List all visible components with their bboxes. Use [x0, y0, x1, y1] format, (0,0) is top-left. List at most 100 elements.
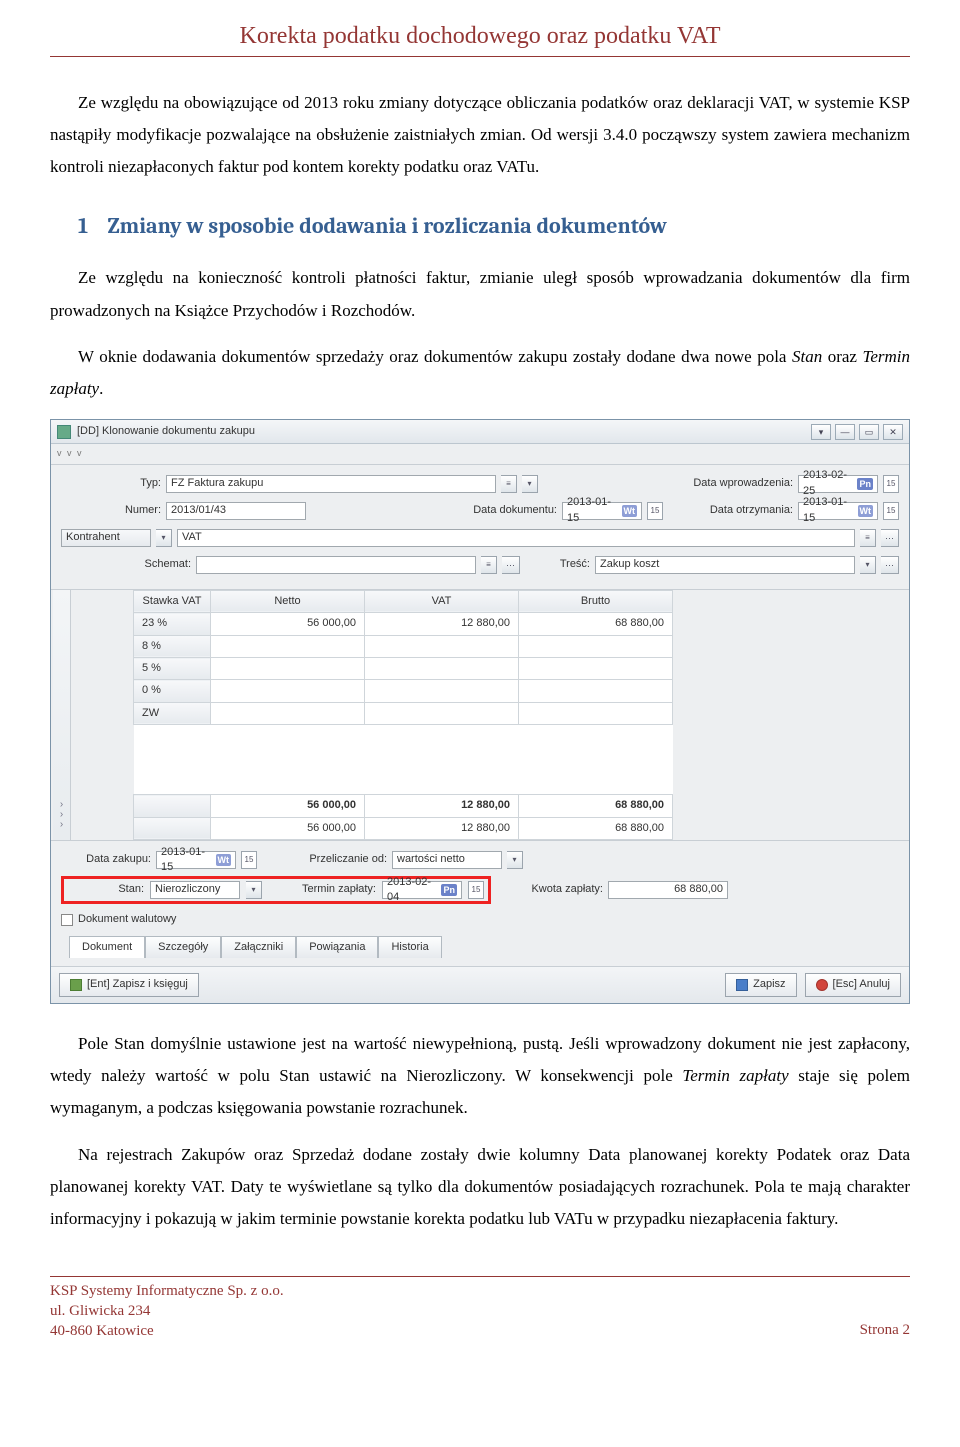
table-row[interactable]: 0 %: [134, 680, 673, 702]
tab-szczegoly[interactable]: Szczegóły: [145, 936, 221, 958]
table-header-row: Stawka VAT Netto VAT Brutto: [134, 590, 673, 612]
typ-dropdown-chevron-icon[interactable]: ▾: [522, 475, 538, 493]
cell[interactable]: [519, 680, 673, 702]
tresc-input[interactable]: Zakup koszt: [595, 556, 855, 574]
save-and-book-button[interactable]: [Ent] Zapisz i księguj: [59, 973, 199, 996]
kontrahent-label: Kontrahent: [61, 529, 151, 547]
disk-icon: [736, 979, 748, 991]
cell[interactable]: [365, 702, 519, 724]
schemat-browse-icon[interactable]: ⋯: [502, 556, 520, 574]
col-stawka[interactable]: Stawka VAT: [134, 590, 211, 612]
cell[interactable]: [519, 658, 673, 680]
cell[interactable]: 56 000,00: [211, 613, 365, 635]
cell[interactable]: 68 880,00: [519, 613, 673, 635]
cell[interactable]: [211, 658, 365, 680]
stan-select[interactable]: Nierozliczony: [150, 881, 240, 899]
col-brutto[interactable]: Brutto: [519, 590, 673, 612]
tresc-label: Treść:: [550, 557, 590, 572]
table-row[interactable]: 5 %: [134, 658, 673, 680]
numer-input[interactable]: 2013/01/43: [166, 502, 306, 520]
kontrahent-browse-icon[interactable]: ⋯: [881, 529, 899, 547]
cancel-button[interactable]: [Esc] Anuluj: [805, 973, 901, 996]
value-ref: Nierozliczony: [406, 1066, 501, 1085]
cell: 8 %: [134, 635, 211, 657]
typ-input[interactable]: FZ Faktura zakupu: [166, 475, 496, 493]
text: Pole: [78, 1034, 114, 1053]
dropdown-button[interactable]: ▾: [811, 424, 831, 440]
maximize-button[interactable]: ▭: [859, 424, 879, 440]
date-value: 2013-01-15: [803, 495, 856, 526]
calendar-icon[interactable]: 15: [468, 881, 484, 899]
cell[interactable]: [365, 658, 519, 680]
table-row[interactable]: 8 %: [134, 635, 673, 657]
stan-dropdown-icon[interactable]: ▾: [246, 881, 262, 899]
table-row[interactable]: ZW: [134, 702, 673, 724]
sum-vat: 12 880,00: [365, 817, 519, 839]
text: ustawić na: [310, 1066, 407, 1085]
calendar-icon[interactable]: 15: [883, 502, 899, 520]
close-button[interactable]: ✕: [883, 424, 903, 440]
cell[interactable]: 12 880,00: [365, 613, 519, 635]
cell: 0 %: [134, 680, 211, 702]
kontrahent-input[interactable]: VAT: [177, 529, 855, 547]
przeliczanie-select[interactable]: wartości netto: [392, 851, 502, 869]
termin-zaplaty-input[interactable]: 2013-02-04Pn: [382, 881, 462, 899]
data-zakupu-input[interactable]: 2013-01-15Wt: [156, 851, 236, 869]
calendar-icon[interactable]: 15: [241, 851, 257, 869]
przeliczanie-dropdown-icon[interactable]: ▾: [507, 851, 523, 869]
cell: 5 %: [134, 658, 211, 680]
table-row[interactable]: 23 %56 000,0012 880,0068 880,00: [134, 613, 673, 635]
cell[interactable]: [519, 702, 673, 724]
chevron-right-icon[interactable]: ›: [60, 820, 63, 830]
chevron-down-icon[interactable]: v: [77, 447, 87, 460]
cell[interactable]: [365, 635, 519, 657]
cell: 23 %: [134, 613, 211, 635]
przeliczanie-label: Przeliczanie od:: [287, 852, 387, 867]
kwota-zaplaty-input[interactable]: 68 880,00: [608, 881, 728, 899]
tabs: Dokument Szczegóły Załączniki Powiązania…: [61, 936, 899, 958]
typ-label: Typ:: [61, 476, 161, 491]
tab-powiazania[interactable]: Powiązania: [296, 936, 378, 958]
chevron-down-icon[interactable]: v: [67, 447, 77, 460]
schemat-input[interactable]: [196, 556, 476, 574]
tab-dokument[interactable]: Dokument: [69, 936, 145, 958]
calendar-icon[interactable]: 15: [883, 475, 899, 493]
day-tag: Wt: [622, 505, 638, 518]
total-netto: 56 000,00: [211, 795, 365, 817]
col-vat[interactable]: VAT: [365, 590, 519, 612]
field-ref: Stan: [279, 1066, 309, 1085]
section-title: Zmiany w sposobie dodawania i rozliczani…: [107, 213, 666, 239]
footer: KSP Systemy Informatyczne Sp. z o.o. ul.…: [50, 1276, 910, 1342]
calendar-icon[interactable]: 15: [647, 502, 663, 520]
cell[interactable]: [365, 680, 519, 702]
cell[interactable]: [211, 635, 365, 657]
data-wprowadzenia-label: Data wprowadzenia:: [683, 476, 793, 491]
typ-dropdown-icon[interactable]: ≡: [501, 475, 517, 493]
col-netto[interactable]: Netto: [211, 590, 365, 612]
text: oraz: [822, 347, 862, 366]
tresc-browse-icon[interactable]: ⋯: [881, 556, 899, 574]
footer-city: 40-860 Katowice: [50, 1321, 284, 1341]
cell[interactable]: [211, 702, 365, 724]
tab-zalaczniki[interactable]: Załączniki: [221, 936, 296, 958]
tresc-dropdown-icon[interactable]: ▾: [860, 556, 876, 574]
data-wprowadzenia-input[interactable]: 2013-02-25Pn: [798, 475, 878, 493]
save-button[interactable]: Zapisz: [725, 973, 796, 996]
data-dokumentu-input[interactable]: 2013-01-15Wt: [562, 502, 642, 520]
kontrahent-list-icon[interactable]: ≡: [860, 529, 876, 547]
header-rule: [50, 56, 910, 57]
kontrahent-dropdown-icon[interactable]: ▾: [156, 529, 172, 547]
cell[interactable]: [211, 680, 365, 702]
dokument-walutowy-checkbox[interactable]: [61, 914, 73, 926]
kwota-zaplaty-label: Kwota zapłaty:: [513, 882, 603, 897]
schemat-list-icon[interactable]: ≡: [481, 556, 497, 574]
chevron-bar: vvv: [51, 444, 909, 464]
day-tag: Wt: [858, 505, 874, 518]
chevron-down-icon[interactable]: v: [57, 447, 67, 460]
tab-historia[interactable]: Historia: [378, 936, 441, 958]
footer-rule: [50, 1276, 910, 1277]
data-otrzymania-input[interactable]: 2013-01-15Wt: [798, 502, 878, 520]
date-value: 2013-01-15: [567, 495, 620, 526]
cell[interactable]: [519, 635, 673, 657]
minimize-button[interactable]: —: [835, 424, 855, 440]
